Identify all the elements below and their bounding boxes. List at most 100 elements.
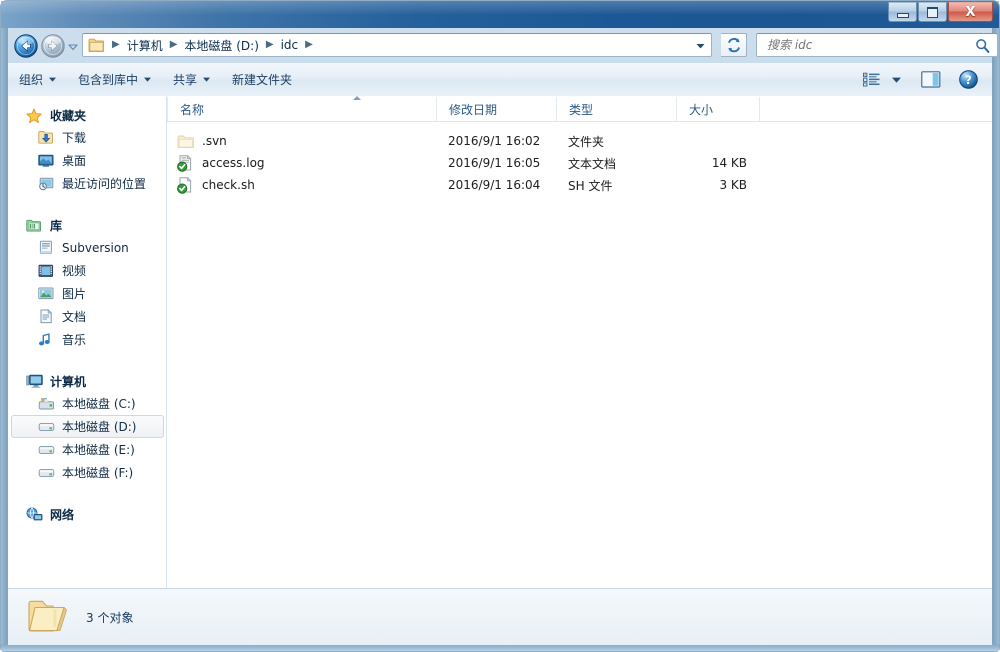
music-icon — [38, 332, 56, 347]
sidebar-item-local-disk-d[interactable]: 本地磁盘 (D:) — [11, 415, 164, 438]
file-name-cell[interactable]: check.sh — [167, 174, 436, 196]
sidebar-item-downloads[interactable]: 下载 — [8, 126, 166, 149]
sidebar-item-subversion[interactable]: Subversion — [8, 236, 166, 259]
library-icon — [26, 218, 44, 233]
column-header-size[interactable]: 大小 — [676, 97, 759, 121]
maximize-button[interactable] — [918, 2, 947, 22]
nav-group-favorites: 收藏夹 下载 桌面 最近访问的位置 — [8, 105, 166, 195]
address-bar[interactable]: ▶ 计算机 ▶ 本地磁盘 (D:) ▶ idc ▶ — [82, 33, 712, 57]
address-dropdown-chevron-down-icon[interactable] — [696, 43, 705, 49]
sidebar-item-pictures[interactable]: 图片 — [8, 282, 166, 305]
file-list-top-spacer — [167, 122, 992, 130]
nav-group-network: 网络 — [8, 504, 166, 525]
change-view-button[interactable] — [857, 68, 886, 92]
toolbar-item-label: 组织 — [19, 73, 44, 87]
breadcrumb-item-drive[interactable]: 本地磁盘 (D:) — [181, 35, 261, 56]
breadcrumb-item-idc[interactable]: idc — [278, 36, 302, 54]
change-view-dropdown[interactable] — [886, 68, 907, 92]
toolbar-right-group: ? — [857, 68, 992, 92]
nav-header-computer[interactable]: 计算机 — [8, 371, 166, 392]
toolbar-new-folder-button[interactable]: 新建文件夹 — [221, 67, 303, 93]
sidebar-item-label: 音乐 — [62, 333, 87, 347]
sidebar-item-label: 本地磁盘 (F:) — [62, 466, 134, 480]
table-row[interactable]: check.sh 2016/9/1 16:04 SH 文件 3 KB — [167, 174, 992, 196]
file-list-pane[interactable]: 名称 修改日期 类型 大小 .svn 2016/9/1 16:02 文件夹 ac… — [167, 96, 992, 588]
window-frame-right-edge — [992, 1, 999, 651]
breadcrumb-separator[interactable]: ▶ — [262, 40, 278, 50]
sidebar-item-label: 本地磁盘 (D:) — [62, 420, 137, 434]
breadcrumb-item-computer[interactable]: 计算机 — [124, 35, 166, 56]
table-row[interactable]: .svn 2016/9/1 16:02 文件夹 — [167, 130, 992, 152]
computer-icon — [26, 374, 44, 389]
file-name-cell[interactable]: .svn — [167, 130, 436, 152]
column-header-date-modified[interactable]: 修改日期 — [436, 97, 556, 121]
nav-group-libraries: 库 Subversion 视频 图片 文档 音乐 — [8, 215, 166, 351]
toolbar-organize-button[interactable]: 组织 — [8, 67, 67, 93]
documents-icon — [38, 309, 56, 324]
sidebar-item-documents[interactable]: 文档 — [8, 305, 166, 328]
breadcrumb-separator[interactable]: ▶ — [166, 40, 182, 50]
window-frame-left-edge — [1, 1, 8, 651]
nav-header-label: 收藏夹 — [50, 109, 87, 123]
sidebar-item-label: 桌面 — [62, 154, 87, 168]
star-icon — [26, 108, 44, 124]
sidebar-item-label: 下载 — [62, 131, 87, 145]
navigation-pane[interactable]: 收藏夹 下载 桌面 最近访问的位置 库 Subversion 视频 图片 文档 … — [8, 96, 167, 588]
close-button[interactable]: X — [948, 2, 993, 22]
refresh-button[interactable] — [721, 33, 747, 57]
sidebar-item-label: Subversion — [62, 240, 129, 255]
file-name-label: .svn — [202, 134, 227, 148]
subversion-library-icon — [38, 240, 56, 255]
title-bar[interactable]: X — [1, 1, 999, 28]
folder-hidden-icon — [177, 133, 195, 149]
recent-pages-chevron-down-icon[interactable] — [68, 43, 78, 51]
column-label: 修改日期 — [449, 102, 498, 117]
column-header-name[interactable]: 名称 — [167, 97, 436, 121]
sidebar-item-local-disk-f[interactable]: 本地磁盘 (F:) — [8, 461, 166, 484]
nav-header-libraries[interactable]: 库 — [8, 215, 166, 236]
sidebar-item-label: 文档 — [62, 310, 87, 324]
search-input[interactable] — [761, 38, 975, 52]
column-header-spacer[interactable] — [759, 97, 819, 121]
drive-icon — [38, 466, 56, 479]
svg-text:?: ? — [965, 73, 972, 87]
sidebar-item-local-disk-e[interactable]: 本地磁盘 (E:) — [8, 438, 166, 461]
downloads-icon — [38, 130, 56, 145]
explorer-body: 收藏夹 下载 桌面 最近访问的位置 库 Subversion 视频 图片 文档 … — [8, 96, 992, 588]
show-preview-pane-button[interactable] — [907, 68, 947, 92]
nav-header-label: 库 — [50, 219, 63, 233]
help-button[interactable]: ? — [947, 68, 984, 92]
breadcrumb-separator[interactable]: ▶ — [301, 40, 317, 50]
toolbar-include-in-library-button[interactable]: 包含到库中 — [67, 67, 162, 93]
file-name-label: check.sh — [202, 178, 255, 192]
nav-header-network[interactable]: 网络 — [8, 504, 166, 525]
search-box[interactable] — [756, 33, 998, 57]
sidebar-item-desktop[interactable]: 桌面 — [8, 149, 166, 172]
column-header-type[interactable]: 类型 — [556, 97, 676, 121]
file-name-cell[interactable]: access.log — [167, 152, 436, 174]
nav-header-label: 计算机 — [50, 375, 87, 389]
breadcrumb-separator[interactable]: ▶ — [108, 40, 124, 50]
chevron-down-icon — [144, 77, 152, 82]
sidebar-item-local-disk-c[interactable]: 本地磁盘 (C:) — [8, 392, 166, 415]
column-label: 名称 — [180, 102, 205, 117]
open-folder-icon — [26, 597, 74, 637]
sidebar-item-recent-places[interactable]: 最近访问的位置 — [8, 172, 166, 195]
back-button[interactable] — [14, 34, 38, 58]
pictures-icon — [38, 287, 56, 300]
table-row[interactable]: access.log 2016/9/1 16:05 文本文档 14 KB — [167, 152, 992, 174]
sidebar-item-music[interactable]: 音乐 — [8, 328, 166, 351]
desktop-icon — [38, 154, 56, 168]
explorer-window: X ▶ 计算机 ▶ 本地磁盘 (D:) ▶ idc ▶ 搜索 idc 组织 包含… — [0, 0, 1000, 652]
text-file-icon — [177, 154, 195, 172]
file-size-cell: 14 KB — [711, 156, 747, 170]
sidebar-item-videos[interactable]: 视频 — [8, 259, 166, 282]
toolbar-share-button[interactable]: 共享 — [162, 67, 221, 93]
nav-header-favorites[interactable]: 收藏夹 — [8, 105, 166, 126]
search-icon[interactable] — [975, 38, 990, 53]
minimize-button[interactable] — [888, 2, 917, 22]
forward-button[interactable] — [41, 34, 65, 58]
nav-header-label: 网络 — [50, 508, 75, 522]
